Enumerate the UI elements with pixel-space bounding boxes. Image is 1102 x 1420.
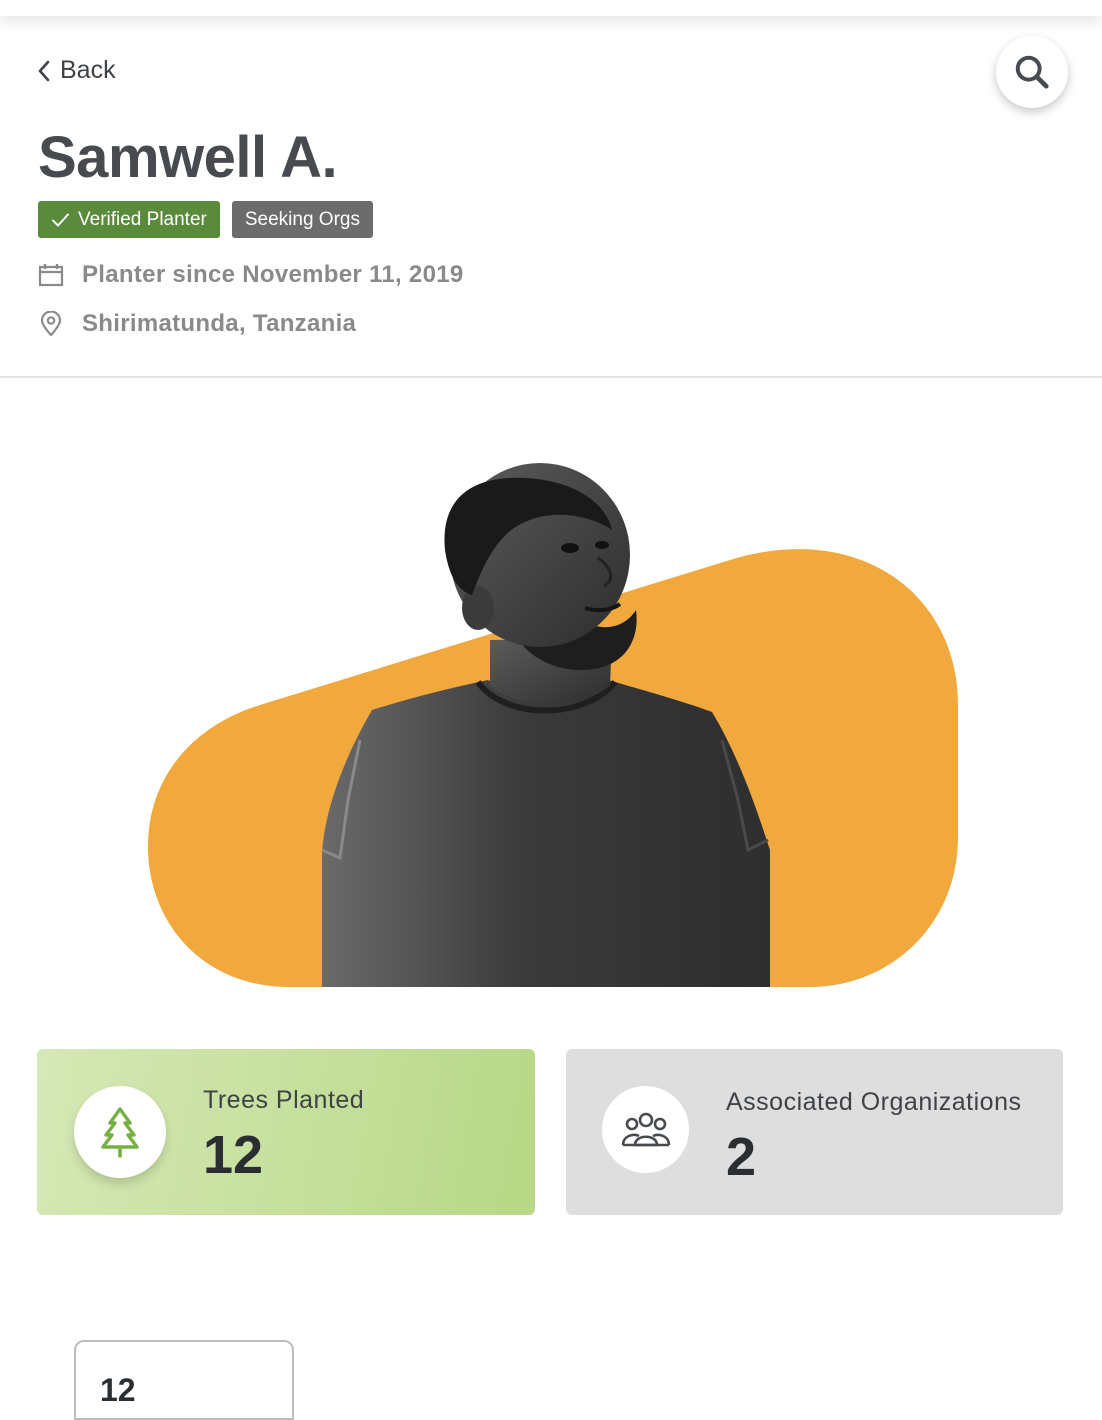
planter-since-text: Planter since November 11, 2019 [82,261,464,288]
verified-badge-label: Verified Planter [78,208,207,230]
group-icon [621,1112,670,1146]
planter-hero-image [0,380,1102,1000]
planter-name: Samwell A. [38,125,338,190]
seeking-orgs-badge: Seeking Orgs [231,201,373,238]
trees-planted-label: Trees Planted [203,1086,365,1114]
location-row: Shirimatunda, Tanzania [38,310,356,338]
tree-icon [101,1107,139,1158]
calendar-icon [38,264,64,287]
verified-badge: Verified Planter [38,201,220,238]
orgs-icon-circle [602,1086,689,1173]
back-label: Back [60,56,116,84]
chevron-left-icon [38,60,50,81]
planter-since-row: Planter since November 11, 2019 [38,261,464,289]
badge-row: Verified Planter Seeking Orgs [38,201,373,238]
check-icon [52,213,69,226]
seeking-badge-label: Seeking Orgs [244,208,360,230]
search-icon [1015,55,1049,89]
associated-orgs-label: Associated Organizations [726,1088,1022,1116]
location-text: Shirimatunda, Tanzania [82,310,357,337]
search-button[interactable] [996,36,1068,108]
trees-planted-card: Trees Planted 12 [37,1049,535,1215]
top-strip [0,0,1102,16]
tree-card-value: 12 [100,1372,136,1408]
profile-header: Back Samwell A. Verified Planter Seeking… [0,16,1102,378]
trees-icon-circle [74,1086,166,1178]
planter-photo [148,463,958,987]
tree-list-card[interactable]: 12 [74,1340,294,1420]
associated-orgs-card: Associated Organizations 2 [566,1049,1063,1215]
back-button[interactable]: Back [36,56,116,85]
trees-planted-value: 12 [203,1125,264,1185]
location-pin-icon [40,311,62,337]
associated-orgs-value: 2 [726,1127,757,1187]
